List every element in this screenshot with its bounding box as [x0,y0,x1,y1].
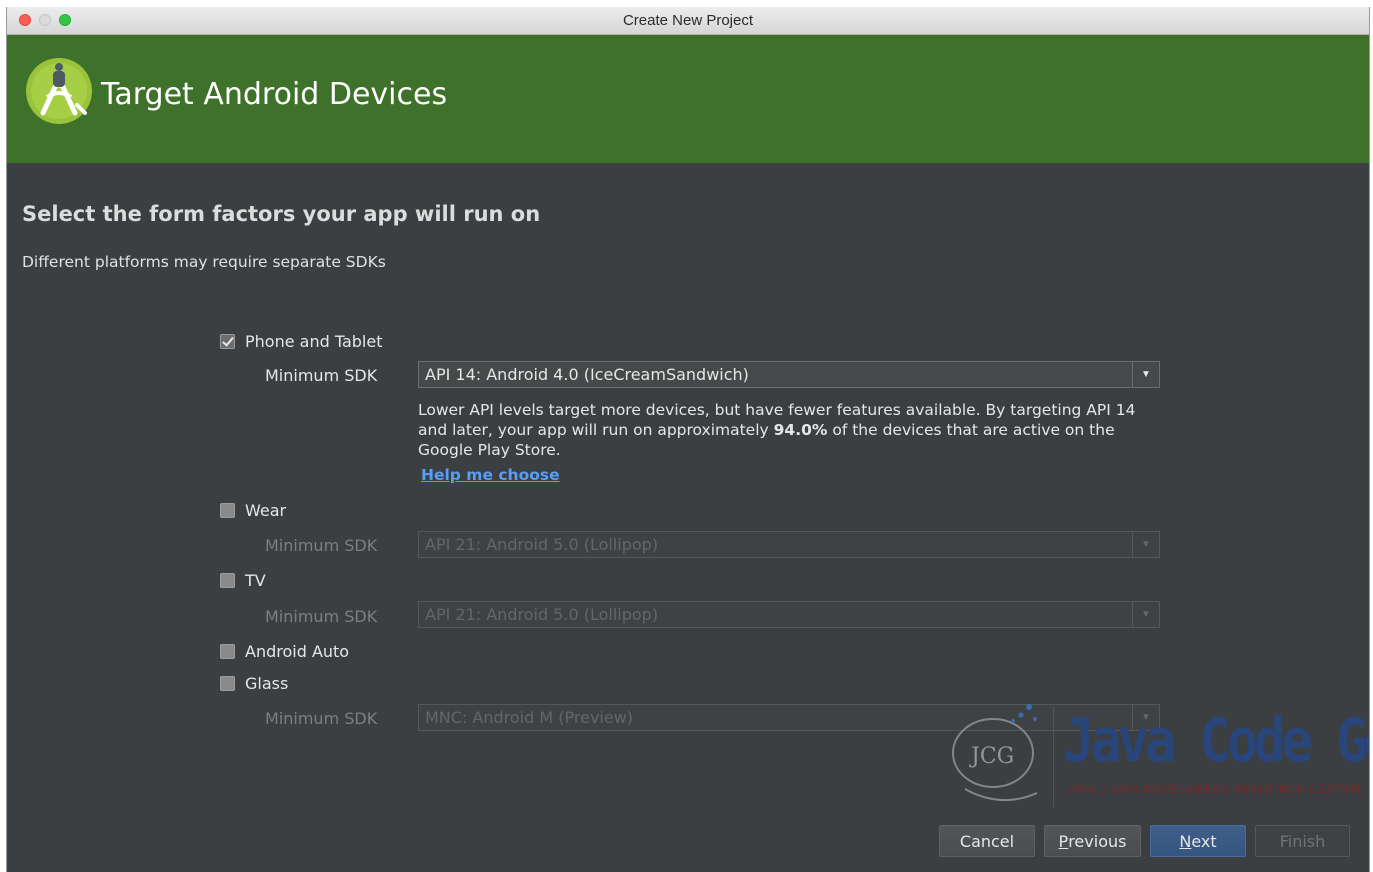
dropdown-arrow-icon: ▼ [1132,602,1159,627]
watermark-subtitle: JAVA 2 JAVA DEVELOPERS RESOURCE CENTER [1067,783,1362,796]
window-title: Create New Project [622,12,754,29]
section-heading: Select the form factors your app will ru… [22,202,541,226]
glass-checkbox[interactable] [220,675,235,691]
tv-label: TV [245,570,266,590]
wizard-header: Target Android Devices [7,35,1369,163]
next-mnemonic: N [1179,831,1192,851]
next-label: ext [1191,831,1217,851]
tv-sdk-label: Minimum SDK [265,607,378,626]
wear-sdk-dropdown: API 21: Android 5.0 (Lollipop) ▼ [418,531,1160,558]
phone-tablet-sdk-dropdown[interactable]: API 14: Android 4.0 (IceCreamSandwich) ▼ [418,361,1160,388]
phone-tablet-sdk-label: Minimum SDK [265,366,378,385]
phone-tablet-checkbox[interactable] [220,333,235,349]
android-studio-logo-icon [26,58,92,124]
previous-mnemonic: P [1058,831,1069,851]
glass-option[interactable]: Glass [220,673,288,693]
next-button[interactable]: Next [1150,825,1246,857]
watermark-divider [1053,707,1054,807]
wear-sdk-label: Minimum SDK [265,536,378,555]
tv-sdk-dropdown: API 21: Android 5.0 (Lollipop) ▼ [418,601,1160,628]
cancel-button[interactable]: Cancel [939,825,1035,857]
watermark-title: Java Code Geeks [1063,707,1369,776]
tv-option[interactable]: TV [220,570,266,590]
phone-tablet-sdk-value: API 14: Android 4.0 (IceCreamSandwich) [425,365,749,384]
help-me-choose-link[interactable]: Help me choose [421,466,560,484]
android-auto-option[interactable]: Android Auto [220,641,349,661]
tv-checkbox[interactable] [220,572,235,588]
page-title: Target Android Devices [101,77,448,112]
phone-tablet-label: Phone and Tablet [245,331,383,351]
jcg-logo-icon: JCG [952,704,1038,802]
previous-button[interactable]: Previous [1044,825,1141,857]
dropdown-arrow-icon: ▼ [1132,362,1159,387]
wear-option[interactable]: Wear [220,500,286,520]
phone-tablet-option[interactable]: Phone and Tablet [220,331,382,351]
create-new-project-window: Create New Project Target Android Device… [6,7,1370,872]
api-info-text: Lower API levels target more devices, bu… [418,400,1158,460]
wear-checkbox[interactable] [220,502,235,518]
wear-label: Wear [245,500,287,520]
tv-sdk-value: API 21: Android 5.0 (Lollipop) [425,605,659,624]
wear-sdk-value: API 21: Android 5.0 (Lollipop) [425,535,659,554]
title-bar: Create New Project [7,7,1369,35]
finish-button: Finish [1255,825,1350,857]
dropdown-arrow-icon: ▼ [1132,532,1159,557]
section-subheading: Different platforms may require separate… [22,253,386,271]
glass-label: Glass [245,673,289,693]
watermark: JCG Java Code Geeks JAVA 2 JAVA DEVELOPE… [945,687,1369,807]
android-auto-checkbox[interactable] [220,643,235,659]
glass-sdk-label: Minimum SDK [265,709,378,728]
jcg-badge-text: JCG [969,744,1014,769]
previous-label: revious [1068,831,1127,851]
api-coverage-percent: 94.0% [773,421,828,439]
android-auto-label: Android Auto [245,641,350,661]
